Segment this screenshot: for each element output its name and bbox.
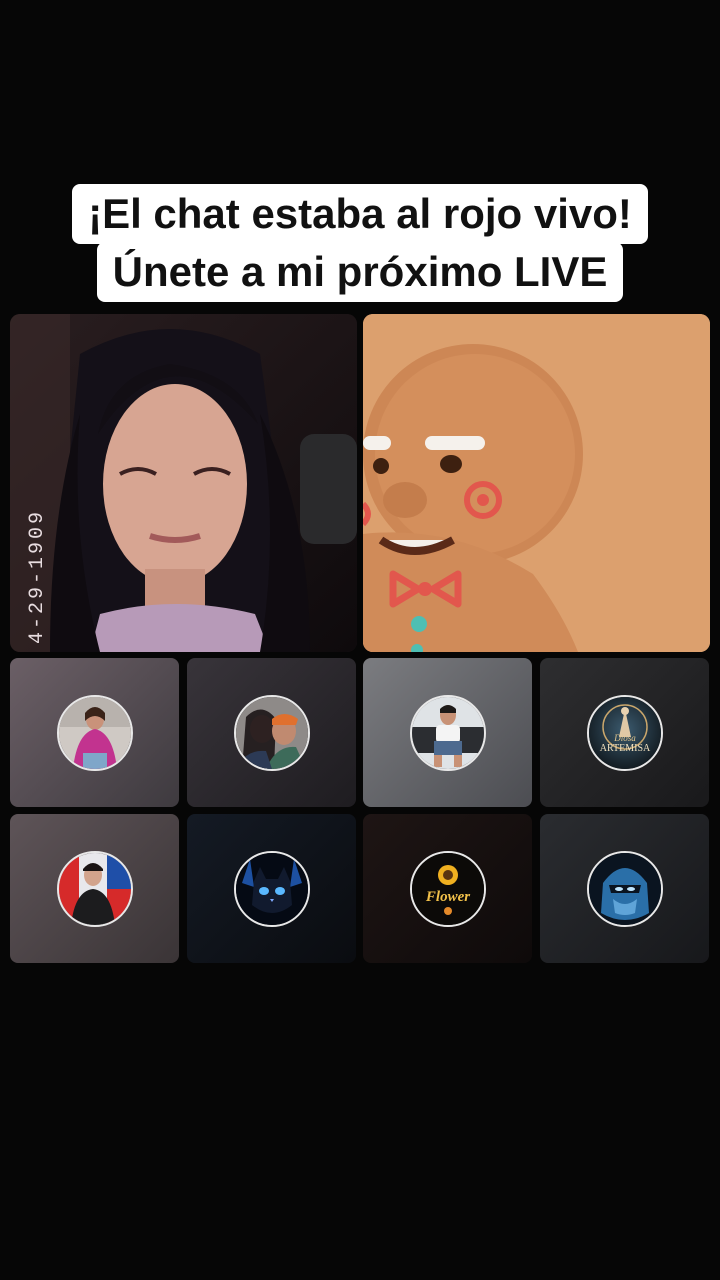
host-video-tile[interactable]: 4-29-1909: [10, 314, 357, 652]
caption-line-2: Únete a mi próximo LIVE: [96, 242, 624, 302]
caption-line-1: ¡El chat estaba al rojo vivo!: [72, 184, 648, 244]
guest-tile-7[interactable]: Flower: [363, 814, 532, 963]
woman-pink-shawl-avatar: [56, 694, 133, 771]
guest-tile-4[interactable]: Diosa ARTEMISA: [540, 658, 709, 807]
blue-ninja-mask-avatar: [586, 850, 663, 927]
avatar-text-artemisa: ARTEMISA: [599, 743, 650, 754]
sunflower-flower-avatar: Flower: [409, 850, 486, 927]
caption: ¡El chat estaba al rojo vivo! Únete a mi…: [0, 184, 720, 302]
man-chile-flag-avatar: [56, 850, 133, 927]
guest-tile-3[interactable]: [363, 658, 532, 807]
host-video-image: 4-29-1909: [10, 314, 357, 652]
diosa-artemisa-avatar: Diosa ARTEMISA: [586, 694, 663, 771]
guest-tile-2[interactable]: [187, 658, 356, 807]
guest-tile-6[interactable]: [187, 814, 356, 963]
gingerbread-video-tile[interactable]: [363, 314, 710, 652]
avatar-text-diosa: Diosa: [613, 733, 636, 743]
man-truck-avatar: [409, 694, 486, 771]
guest-tile-5[interactable]: [10, 814, 179, 963]
couple-avatar: [233, 694, 310, 771]
video-timestamp: 4-29-1909: [26, 509, 49, 644]
blue-cat-avatar: [233, 850, 310, 927]
live-recap-screen: ¡El chat estaba al rojo vivo! Únete a mi…: [0, 0, 720, 1280]
guest-tile-1[interactable]: [10, 658, 179, 807]
guest-tile-8[interactable]: [540, 814, 709, 963]
gingerbread-image: [363, 314, 710, 652]
avatar-text-flower: Flower: [424, 889, 469, 905]
